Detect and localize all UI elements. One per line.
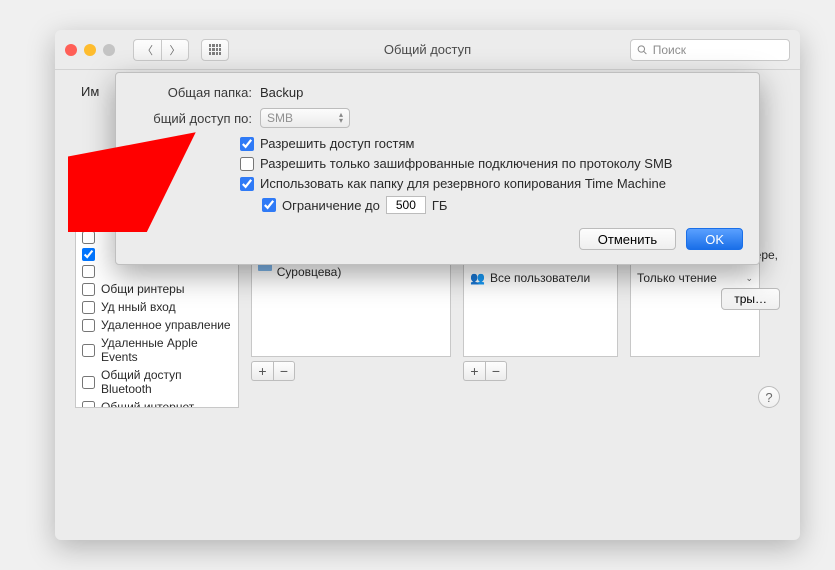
option-guest[interactable]: Разрешить доступ гостям xyxy=(240,136,743,151)
titlebar: 〈 〉 Общий доступ xyxy=(55,30,800,70)
service-item[interactable]: Общий доступ Bluetooth xyxy=(76,366,238,398)
option-limit[interactable]: Ограничение до ГБ xyxy=(262,196,743,214)
chevron-down-icon: ⌄ xyxy=(745,273,753,284)
add-folder-button[interactable]: + xyxy=(251,361,273,381)
user-name: Все пользователи xyxy=(490,271,590,285)
search-field[interactable] xyxy=(630,39,790,61)
search-icon xyxy=(637,44,648,56)
chevron-updown-icon: ▴▾ xyxy=(339,112,343,124)
help-button[interactable]: ? xyxy=(758,386,780,408)
protocol-value: SMB xyxy=(267,111,293,125)
service-checkbox[interactable] xyxy=(82,265,95,278)
traffic-lights xyxy=(65,44,115,56)
service-checkbox[interactable] xyxy=(82,283,95,296)
service-label: Уд нный вход xyxy=(101,300,176,314)
minimize-icon[interactable] xyxy=(84,44,96,56)
permission-item[interactable]: Только чтение ⌄ xyxy=(631,268,759,288)
folder-label: Общая папка: xyxy=(132,85,252,100)
service-checkbox[interactable] xyxy=(82,231,95,244)
service-label: Общи ринтеры xyxy=(101,282,184,296)
user-item[interactable]: 👥 Все пользователи xyxy=(464,268,617,288)
service-item[interactable]: Общи ринтеры xyxy=(76,280,238,298)
service-checkbox[interactable] xyxy=(82,344,95,357)
permission-label: Только чтение xyxy=(637,271,717,285)
grid-icon xyxy=(209,44,221,56)
back-button[interactable]: 〈 xyxy=(133,39,161,61)
encrypted-checkbox[interactable] xyxy=(240,157,254,171)
service-item[interactable]: Удаленное управление xyxy=(76,316,238,334)
cancel-button[interactable]: Отменить xyxy=(579,228,676,250)
guest-label: Разрешить доступ гостям xyxy=(260,136,414,151)
nav-buttons: 〈 〉 xyxy=(133,39,189,61)
zoom-icon xyxy=(103,44,115,56)
service-checkbox[interactable] xyxy=(82,248,95,261)
service-label: Удаленное управление xyxy=(101,318,231,332)
service-label: Удаленные Apple Events xyxy=(101,336,232,364)
user-icon: 👥 xyxy=(470,271,485,285)
folder-value: Backup xyxy=(260,85,303,100)
limit-unit: ГБ xyxy=(432,198,448,213)
service-checkbox[interactable] xyxy=(82,301,95,314)
service-label: Общий доступ Bluetooth xyxy=(101,368,232,396)
option-timemachine[interactable]: Использовать как папку для резервного ко… xyxy=(240,176,743,191)
service-checkbox[interactable] xyxy=(82,401,95,409)
service-item[interactable] xyxy=(76,263,238,280)
close-icon[interactable] xyxy=(65,44,77,56)
service-label: Общий интернет xyxy=(101,400,194,408)
show-all-button[interactable] xyxy=(201,39,229,61)
encrypted-label: Разрешить только зашифрованные подключен… xyxy=(260,156,672,171)
service-checkbox[interactable] xyxy=(82,319,95,332)
limit-value-input[interactable] xyxy=(386,196,426,214)
service-item[interactable]: Общий интернет xyxy=(76,398,238,408)
remove-user-button[interactable]: − xyxy=(485,361,507,381)
forward-button[interactable]: 〉 xyxy=(161,39,189,61)
option-encrypted[interactable]: Разрешить только зашифрованные подключен… xyxy=(240,156,743,171)
service-item[interactable]: Уд нный вход xyxy=(76,298,238,316)
limit-label-pre: Ограничение до xyxy=(282,198,380,213)
timemachine-checkbox[interactable] xyxy=(240,177,254,191)
add-user-button[interactable]: + xyxy=(463,361,485,381)
search-input[interactable] xyxy=(653,43,783,57)
protocol-label: бщий доступ по: xyxy=(132,111,252,126)
timemachine-label: Использовать как папку для резервного ко… xyxy=(260,176,666,191)
guest-checkbox[interactable] xyxy=(240,137,254,151)
parameters-button[interactable]: тры… xyxy=(721,288,780,310)
service-checkbox[interactable] xyxy=(82,376,95,389)
service-item[interactable]: Удаленные Apple Events xyxy=(76,334,238,366)
protocol-select[interactable]: SMB ▴▾ xyxy=(260,108,350,128)
remove-folder-button[interactable]: − xyxy=(273,361,295,381)
limit-checkbox[interactable] xyxy=(262,198,276,212)
ok-button[interactable]: OK xyxy=(686,228,743,250)
options-sheet: Общая папка: Backup бщий доступ по: SMB … xyxy=(115,72,760,265)
